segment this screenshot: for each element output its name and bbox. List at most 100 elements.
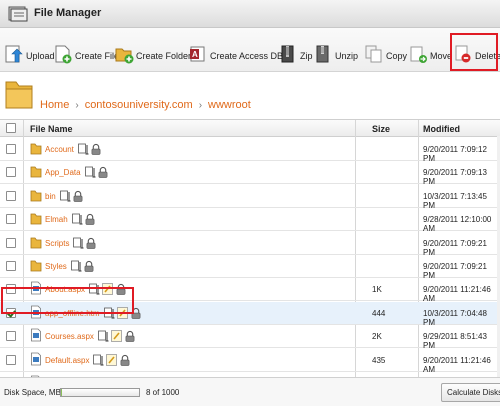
row-checkbox[interactable]: [6, 237, 16, 248]
zip-button[interactable]: Zip: [278, 42, 313, 64]
folder-icon: [30, 237, 42, 248]
file-name-link[interactable]: Elmah: [45, 215, 68, 224]
breadcrumb-separator: ›: [75, 99, 79, 111]
table-row[interactable]: Styles 9/20/2011 7:09:21 PM: [0, 255, 500, 280]
row-checkbox[interactable]: [6, 167, 16, 178]
delete-icon: [455, 45, 471, 63]
column-header-size[interactable]: Size: [372, 124, 390, 134]
table-row[interactable]: Account 9/20/2011 7:09:12 PM: [0, 138, 500, 163]
table-row[interactable]: bin 10/3/2011 7:13:45 PM: [0, 185, 500, 210]
rename-icon[interactable]: [85, 166, 96, 178]
file-name-link[interactable]: Courses.aspx: [45, 332, 94, 341]
modified-date: 9/20/2011 7:09:21 PM: [423, 238, 487, 257]
rename-icon[interactable]: [93, 354, 104, 366]
column-header-name[interactable]: File Name: [30, 124, 73, 134]
folder-icon: [30, 143, 42, 155]
move-label: Move: [430, 51, 453, 61]
row-checkbox[interactable]: [6, 354, 16, 365]
rename-icon[interactable]: [104, 307, 115, 319]
folder-icon: [30, 190, 42, 202]
file-size: 2K: [372, 332, 382, 342]
disk-space-fill: [61, 389, 62, 396]
folder-icon: [5, 81, 33, 109]
table-row[interactable]: App_Data 9/20/2011 7:09:13 PM: [0, 161, 500, 186]
file-icon: [31, 328, 41, 342]
row-checkbox[interactable]: [6, 261, 16, 271]
row-checkbox[interactable]: [6, 307, 16, 318]
edit-icon[interactable]: [111, 330, 122, 343]
select-all-checkbox[interactable]: [6, 123, 16, 133]
file-name-link[interactable]: App_Data: [45, 168, 81, 177]
column-header-modified[interactable]: Modified: [423, 124, 460, 134]
copy-icon: [365, 45, 382, 63]
row-checkbox[interactable]: [6, 331, 16, 342]
rename-icon[interactable]: [78, 143, 89, 155]
file-icon: [31, 352, 41, 365]
folder-icon: [30, 166, 42, 178]
edit-icon[interactable]: [117, 306, 128, 319]
delete-button[interactable]: Delete: [453, 42, 500, 64]
file-name-link[interactable]: app_offline.htm: [45, 309, 100, 318]
status-bar: Disk Space, MB: 8 of 1000 Calculate Disk…: [0, 377, 500, 406]
modified-date: 9/28/2011 12:10:00 AM: [423, 215, 492, 234]
upload-button[interactable]: Upload: [4, 42, 55, 64]
permissions-lock-icon[interactable]: [85, 213, 95, 225]
rename-icon[interactable]: [89, 283, 100, 295]
modified-date: 9/20/2011 11:21:46 AM: [423, 355, 491, 374]
rename-icon[interactable]: [98, 330, 109, 342]
table-row[interactable]: Elmah 9/28/2011 12:10:00 AM: [0, 208, 500, 234]
rename-icon[interactable]: [72, 213, 83, 225]
breadcrumb-home[interactable]: Home: [40, 99, 69, 111]
breadcrumb-wwwroot[interactable]: wwwroot: [208, 99, 251, 111]
zip-icon: [281, 45, 294, 63]
permissions-lock-icon[interactable]: [120, 354, 130, 366]
breadcrumb-site[interactable]: contosouniversity.com: [85, 99, 193, 111]
permissions-lock-icon[interactable]: [73, 190, 83, 202]
edit-icon[interactable]: [102, 283, 113, 296]
row-checkbox[interactable]: [6, 214, 16, 225]
move-button[interactable]: Move: [408, 42, 452, 64]
table-row[interactable]: Default.aspx 435 9/20/2011 11:21:46 AM: [0, 349, 500, 374]
permissions-lock-icon[interactable]: [86, 237, 96, 249]
file-name-link[interactable]: Scripts: [45, 239, 69, 248]
permissions-lock-icon[interactable]: [84, 260, 94, 272]
create-file-button[interactable]: Create File: [53, 42, 119, 64]
title-bar: File Manager: [0, 0, 500, 28]
file-name-link[interactable]: Account: [45, 145, 74, 154]
create-access-db-label: Create Access DB: [210, 51, 284, 61]
rename-icon[interactable]: [71, 260, 82, 272]
copy-button[interactable]: Copy: [364, 42, 407, 64]
row-checkbox[interactable]: [6, 144, 16, 154]
permissions-lock-icon[interactable]: [116, 283, 126, 296]
zip-label: Zip: [300, 51, 313, 61]
disk-space-count: 8 of 1000: [146, 388, 180, 397]
permissions-lock-icon[interactable]: [91, 143, 101, 155]
create-access-db-button[interactable]: A Create Access DB: [188, 42, 283, 64]
table-row[interactable]: Courses.aspx 2K 9/29/2011 8:51:43 PM: [0, 325, 500, 351]
permissions-lock-icon[interactable]: [125, 330, 135, 342]
create-folder-button[interactable]: Create Folder: [114, 42, 191, 64]
file-name-link[interactable]: Default.aspx: [45, 356, 89, 365]
row-checkbox[interactable]: [6, 284, 16, 295]
rename-icon[interactable]: [60, 190, 71, 202]
rename-icon[interactable]: [73, 237, 84, 249]
toolbar: Upload Create File Create Folder A Creat…: [0, 28, 500, 72]
unzip-button[interactable]: Unzip: [313, 42, 358, 64]
modified-date: 9/29/2011 8:51:43 PM: [423, 332, 487, 351]
file-name-link[interactable]: Styles: [45, 262, 67, 271]
edit-icon[interactable]: [106, 353, 117, 366]
new-folder-icon: [115, 48, 134, 64]
new-file-icon: [55, 45, 72, 64]
file-manager-icon: [8, 6, 28, 22]
table-row[interactable]: app_offline.htm 444 10/3/2011 7:04:48 PM: [0, 301, 500, 327]
table-row[interactable]: About.aspx 1K 9/20/2011 11:21:46 AM: [0, 278, 500, 304]
modified-date: 9/20/2011 11:21:46 AM: [423, 285, 491, 304]
permissions-lock-icon[interactable]: [131, 307, 141, 319]
copy-label: Copy: [386, 51, 408, 61]
file-name-link[interactable]: bin: [45, 192, 56, 201]
file-name-link[interactable]: About.aspx: [45, 285, 85, 294]
permissions-lock-icon[interactable]: [98, 166, 108, 179]
calculate-diskspace-button[interactable]: Calculate Diskspace: [441, 383, 500, 402]
table-row[interactable]: Scripts 9/20/2011 7:09:21 PM: [0, 232, 500, 257]
row-checkbox[interactable]: [6, 190, 16, 201]
